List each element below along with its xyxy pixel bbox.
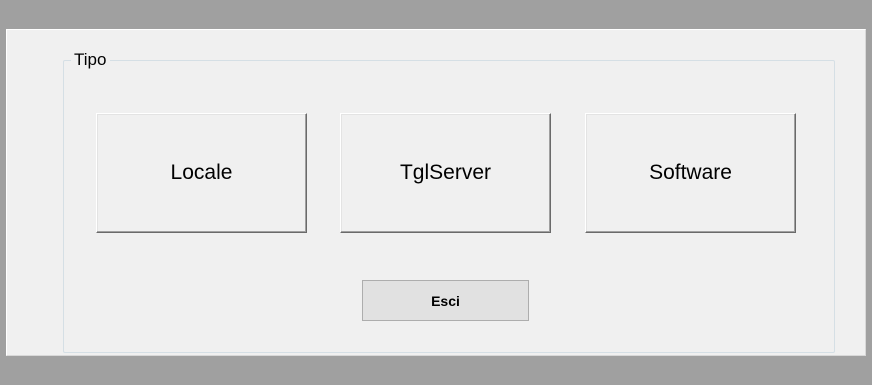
exit-button[interactable]: Esci <box>362 280 529 321</box>
groupbox-title: Tipo <box>71 49 111 71</box>
locale-button[interactable]: Locale <box>96 113 307 233</box>
tglserver-button[interactable]: TglServer <box>340 113 551 233</box>
dialog-window: Tipo Locale TglServer Software Esci <box>6 29 866 356</box>
software-button[interactable]: Software <box>585 113 796 233</box>
